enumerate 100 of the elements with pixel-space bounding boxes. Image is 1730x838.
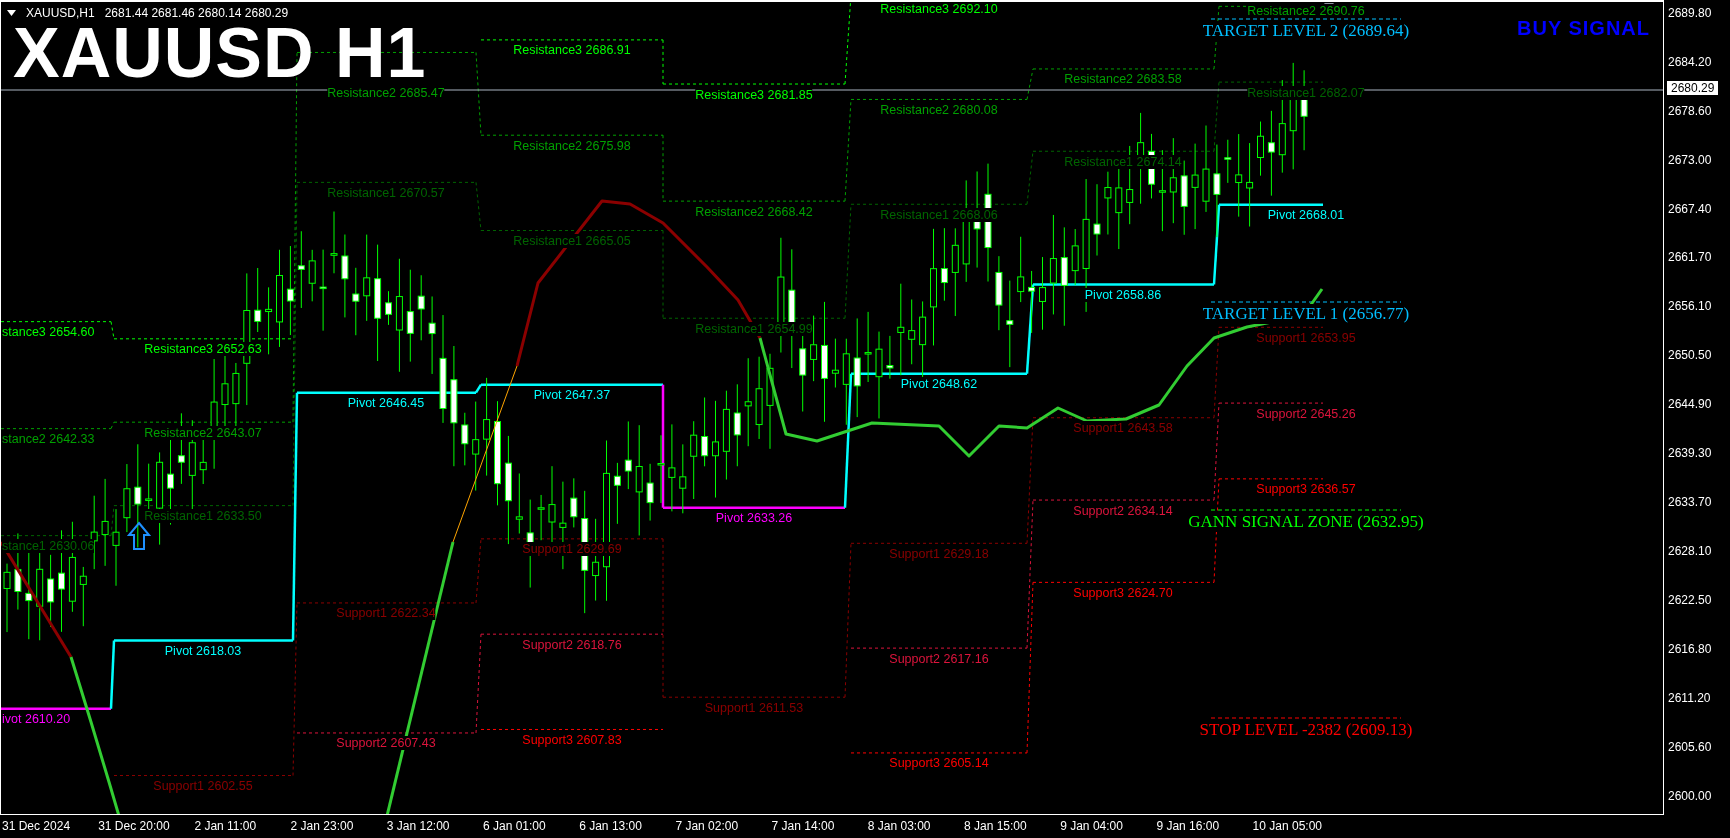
level-label: Resistance2 2680.08	[880, 103, 998, 117]
level-label: Resistance1 2665.05	[513, 234, 631, 248]
level-label: Resistance3 2652.63	[144, 342, 262, 356]
level-label: Resistance2 2690.76	[1247, 4, 1365, 18]
level-label: Support1 2602.55	[153, 779, 253, 793]
level-label: Pivot 2646.45	[347, 396, 425, 410]
level-label: Resistance1 2654.99	[695, 322, 813, 336]
price-axis-label: 2639.30	[1668, 446, 1712, 461]
time-axis-label: 2 Jan 23:00	[290, 819, 354, 833]
price-axis-label: 2622.50	[1668, 593, 1712, 608]
price-axis-label: 2678.60	[1668, 103, 1712, 118]
price-axis-label: 2650.50	[1668, 348, 1712, 363]
level-label: Resistance3 2681.85	[695, 88, 813, 102]
candlestick	[1224, 139, 1232, 184]
level-label: Resistance2 2668.42	[695, 205, 813, 219]
candlestick	[79, 566, 87, 627]
level-label: Resistance3 2686.91	[513, 43, 631, 57]
level-label: Support3 2636.57	[1256, 482, 1356, 496]
time-axis-label: 9 Jan 16:00	[1156, 819, 1220, 833]
level-label: Support2 2618.76	[522, 638, 622, 652]
quote-values: 2681.44 2681.46 2680.14 2680.29	[104, 6, 289, 20]
price-axis-label: 2667.40	[1668, 201, 1712, 216]
level-label: Pivot 2647.37	[533, 388, 611, 402]
level-label: Support2 2645.26	[1256, 407, 1356, 421]
candlestick	[613, 462, 621, 525]
candlestick	[265, 286, 273, 355]
time-axis-label: 6 Jan 13:00	[579, 819, 642, 833]
signal-text: BUY SIGNAL	[1517, 16, 1650, 40]
signal-label: TARGET LEVEL 1 (2656.77)	[1202, 304, 1410, 324]
time-axis-label: 31 Dec 2024	[2, 819, 71, 833]
candlestick	[1257, 121, 1264, 177]
candlestick	[657, 434, 665, 504]
price-axis-label: 2661.70	[1668, 250, 1712, 265]
candlestick	[679, 443, 687, 514]
candlestick	[330, 211, 338, 274]
candlestick	[908, 299, 916, 365]
price-axis-label: 2689.80	[1668, 5, 1712, 20]
time-axis-label: 9 Jan 04:00	[1060, 819, 1123, 833]
price-axis-label: 2605.60	[1668, 739, 1712, 754]
price-axis-label: 2656.10	[1668, 299, 1712, 314]
candlestick	[886, 335, 894, 380]
candlestick	[831, 338, 839, 388]
signal-label: GANN SIGNAL ZONE (2632.95)	[1188, 512, 1424, 532]
level-label: Support1 2629.69	[522, 542, 622, 556]
dropdown-icon[interactable]	[7, 10, 16, 16]
time-axis-label: 7 Jan 02:00	[675, 819, 739, 833]
candlestick	[123, 463, 131, 533]
level-label: Resistance3 2692.10	[880, 2, 998, 16]
level-label: Support2 2634.14	[1073, 504, 1173, 518]
level-label: Resistance1 2674.14	[1064, 155, 1182, 169]
level-label: Support1 2653.95	[1256, 331, 1356, 345]
candlestick	[385, 290, 392, 326]
price-axis-label: 2633.70	[1668, 495, 1712, 510]
level-label: Resistance1 2670.57	[327, 186, 445, 200]
level-label: ivot 2610.20	[2, 712, 71, 726]
time-axis-label: 6 Jan 01:00	[483, 819, 546, 833]
candlestick	[1017, 236, 1025, 303]
time-axis-label: 8 Jan 03:00	[867, 819, 931, 833]
level-label: stance3 2654.60	[2, 325, 95, 339]
level-label: Pivot 2618.03	[164, 644, 242, 658]
candlestick	[1028, 270, 1036, 334]
level-label: Resistance1 2668.06	[880, 208, 998, 222]
candlestick	[810, 315, 818, 382]
level-label: Support3 2607.83	[522, 733, 622, 747]
price-axis-label: 2616.80	[1668, 642, 1712, 657]
chart-title: XAUUSD H1	[13, 18, 427, 88]
time-axis-label: 31 Dec 20:00	[98, 819, 170, 833]
price-axis-label: 2684.20	[1668, 54, 1712, 69]
price-axis-label: 2673.00	[1668, 152, 1712, 167]
level-label: stance2 2642.33	[2, 432, 95, 446]
signal-label: TARGET LEVEL 2 (2689.64)	[1202, 21, 1410, 41]
level-label: Resistance1 2682.07	[1247, 86, 1365, 100]
level-label: Support2 2617.16	[889, 652, 989, 666]
candlestick	[701, 397, 709, 467]
level-label: Resistance2 2685.47	[327, 86, 445, 100]
candlestick	[308, 249, 316, 302]
candlestick	[624, 420, 632, 490]
level-label: Pivot 2633.26	[715, 511, 793, 525]
time-axis-label: 7 Jan 14:00	[771, 819, 835, 833]
time-axis-label: 3 Jan 12:00	[386, 819, 450, 833]
candlestick	[1071, 228, 1079, 286]
price-axis-label: 2611.20	[1668, 691, 1711, 705]
level-label: Resistance2 2643.07	[144, 426, 262, 440]
time-axis-label: 10 Jan 05:00	[1252, 819, 1322, 833]
time-axis-label: 2 Jan 11:00	[194, 819, 257, 833]
level-label: Support1 2611.53	[704, 701, 804, 715]
candlestick	[864, 311, 872, 383]
candlestick	[515, 472, 523, 534]
candlestick	[537, 494, 545, 541]
level-label: Support2 2607.43	[336, 736, 436, 750]
current-price-tag: 2680.29	[1667, 81, 1719, 95]
candlestick	[461, 412, 469, 466]
candlestick	[3, 563, 11, 633]
level-label: Support1 2643.58	[1073, 421, 1173, 435]
signal-label: STOP LEVEL -2382 (2609.13)	[1199, 720, 1413, 740]
level-label: Support3 2624.70	[1073, 586, 1173, 600]
price-axis-label: 2644.90	[1668, 397, 1712, 412]
level-label: Resistance1 2633.50	[144, 509, 262, 523]
time-axis-label: 8 Jan 15:00	[964, 819, 1027, 833]
level-label: Resistance2 2683.58	[1064, 72, 1182, 86]
